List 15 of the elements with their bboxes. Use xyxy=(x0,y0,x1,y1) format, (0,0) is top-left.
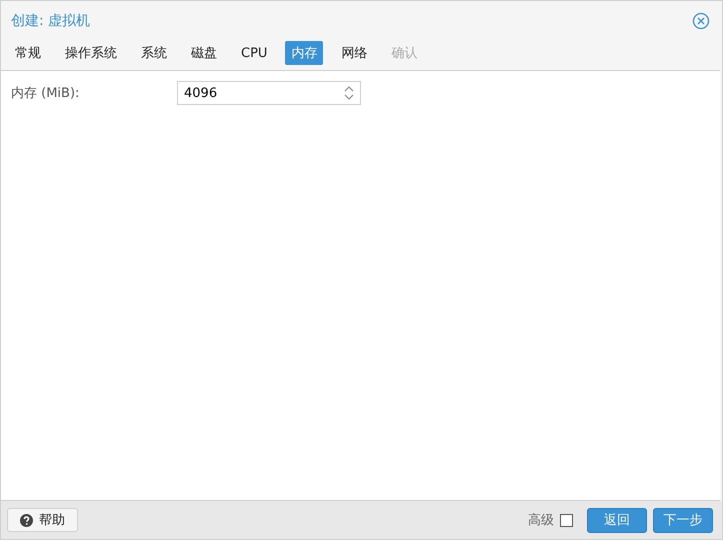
tab[interactable]: 操作系统 xyxy=(59,41,123,65)
help-icon xyxy=(20,514,33,526)
help-button[interactable]: 帮助 xyxy=(7,508,78,532)
close-icon[interactable] xyxy=(692,12,710,30)
tab[interactable]: 常规 xyxy=(9,41,47,65)
tab[interactable]: 磁盘 xyxy=(185,41,223,65)
advanced-label: 高级 xyxy=(528,512,554,529)
window-title: 创建: 虚拟机 xyxy=(11,12,90,30)
field-label: 内存 (MiB): xyxy=(11,85,80,102)
advanced-checkbox[interactable] xyxy=(560,514,573,526)
spinner-arrows-icon[interactable] xyxy=(344,85,354,101)
number-field[interactable]: 4096 xyxy=(177,81,361,105)
tab[interactable]: CPU xyxy=(235,41,274,65)
tab[interactable]: 网络 xyxy=(335,41,374,65)
tab[interactable]: 系统 xyxy=(135,41,173,65)
